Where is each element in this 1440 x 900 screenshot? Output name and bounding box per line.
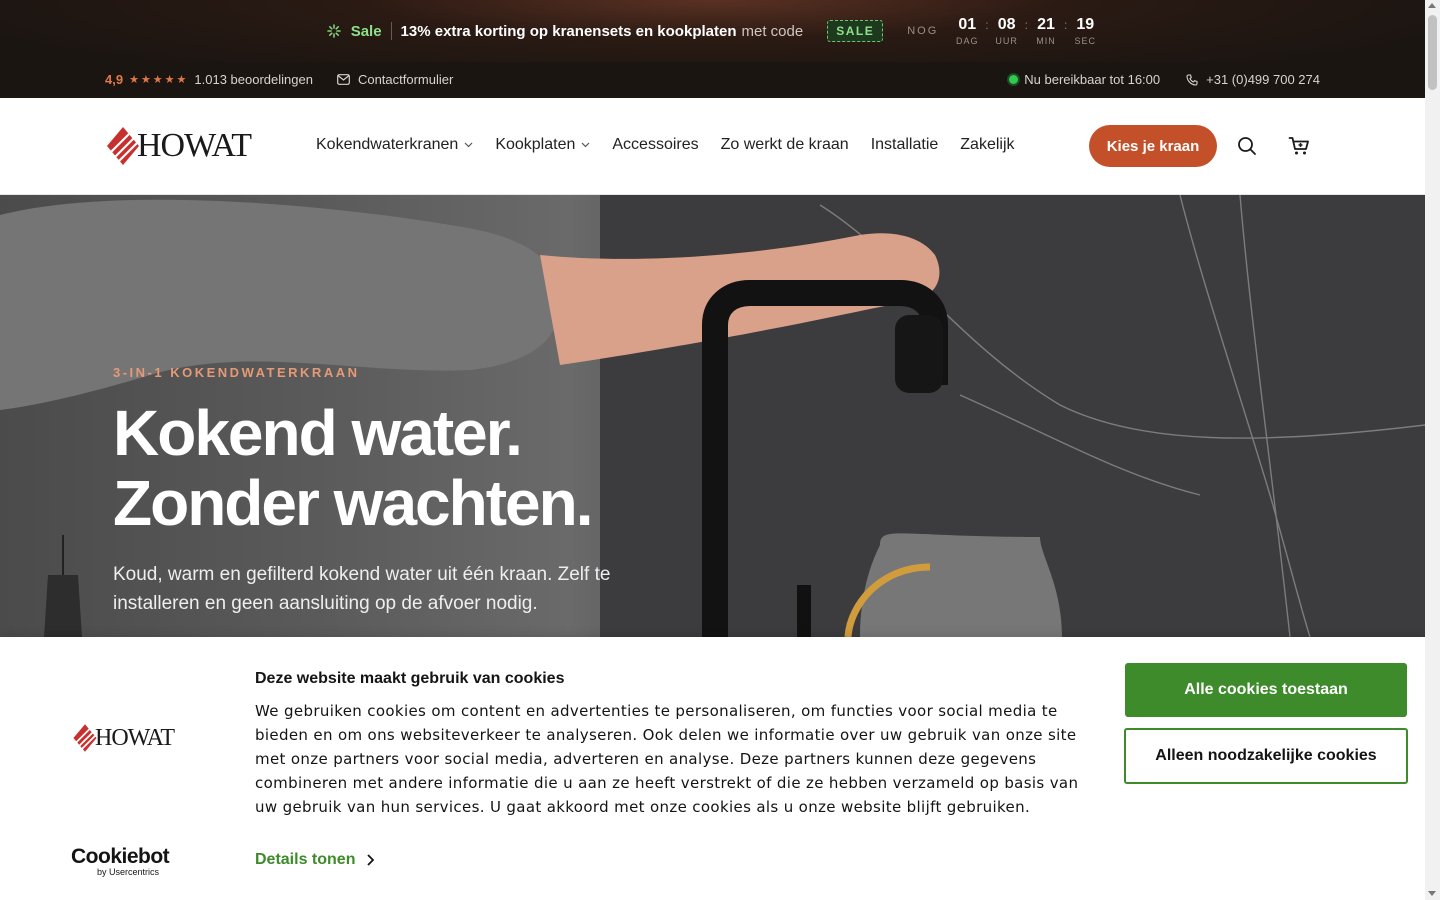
countdown-label: MIN	[1036, 36, 1056, 46]
countdown-value: 19	[1076, 16, 1095, 33]
chevron-right-icon	[367, 854, 375, 866]
sale-label: Sale	[350, 22, 382, 40]
nav-item-label: Kookplaten	[495, 136, 576, 153]
countdown-label: UUR	[995, 36, 1018, 46]
countdown-days: 01 DAG	[954, 16, 980, 46]
hero-subtitle: Koud, warm en gefilterd kokend water uit…	[113, 564, 611, 614]
hero-title: Kokend water. Zonder wachten.	[113, 398, 633, 538]
flame-logo-icon	[107, 127, 140, 165]
choose-tap-button[interactable]: Kies je kraan	[1089, 125, 1217, 167]
nav-item-kokendwaterkranen[interactable]: Kokendwaterkranen	[316, 136, 473, 154]
star-rating-icon: ★★★★★	[129, 74, 189, 86]
phone-number: +31 (0)499 700 274	[1206, 72, 1320, 87]
countdown-label: SEC	[1074, 36, 1097, 46]
logo-text: HOWAT	[137, 127, 252, 164]
main-navigation: HOWAT Kokendwaterkranen Kookplaten Acces…	[0, 98, 1425, 195]
scroll-up-arrow-icon[interactable]	[1428, 3, 1436, 8]
contact-form-label: Contactformulier	[357, 72, 454, 87]
nav-item-label: Accessoires	[612, 136, 699, 153]
nav-item-accessoires[interactable]: Accessoires	[612, 136, 698, 154]
chevron-down-icon	[464, 142, 473, 148]
contact-form-link[interactable]: Contactformulier	[337, 72, 453, 87]
promo-deal-text: 13% extra korting op kranensets en kookp…	[400, 22, 737, 40]
nav-item-label: Installatie	[870, 136, 939, 153]
page-scrollbar[interactable]	[1425, 0, 1440, 900]
hero-title-line-1: Kokend water.	[113, 397, 523, 469]
necessary-cookies-only-button[interactable]: Alleen noodzakelijke cookies	[1124, 728, 1408, 784]
availability-text: Nu bereikbaar tot 16:00	[1024, 72, 1161, 87]
countdown-seconds: 19 SEC	[1072, 16, 1098, 46]
availability-block: Nu bereikbaar tot 16:00 +31 (0)499 700 2…	[1009, 72, 1320, 87]
hero-eyebrow: 3-IN-1 KOKENDWATERKRAAN	[113, 365, 360, 380]
cookie-banner-title: Deze website maakt gebruik van cookies	[255, 670, 565, 687]
promo-code-prefix: met code	[741, 22, 804, 40]
countdown-prefix: NOG	[907, 25, 939, 37]
cookie-banner-text: We gebruiken cookies om content en adver…	[255, 702, 1079, 816]
rating-score: 4,9	[105, 72, 124, 87]
promo-divider	[390, 22, 392, 40]
scrollbar-thumb[interactable]	[1428, 15, 1437, 90]
cookiebot-name: Cookiebot	[71, 845, 170, 868]
scroll-down-arrow-icon[interactable]	[1428, 891, 1436, 896]
countdown-minutes: 21 MIN	[1033, 16, 1059, 46]
cart-icon[interactable]	[1288, 135, 1310, 157]
show-details-link[interactable]: Details tonen	[255, 851, 375, 869]
nav-item-label: Zakelijk	[960, 136, 1015, 153]
nav-item-zo-werkt-de-kraan[interactable]: Zo werkt de kraan	[721, 136, 849, 154]
countdown-hours: 08 UUR	[994, 16, 1020, 46]
mail-icon	[337, 74, 350, 85]
countdown-timer: 01 DAG : 08 UUR : 21 MIN : 19 SEC	[954, 16, 1098, 46]
loading-spinner-icon	[326, 24, 341, 38]
countdown-value: 08	[997, 16, 1016, 33]
nav-item-label: Kokendwaterkranen	[316, 136, 459, 153]
cookie-banner-logo: HOWAT	[72, 723, 175, 753]
nav-item-kookplaten[interactable]: Kookplaten	[495, 136, 590, 154]
info-bar: 4,9 ★★★★★ 1.013 beoordelingen Contactfor…	[0, 62, 1425, 98]
search-icon[interactable]	[1236, 135, 1258, 157]
nav-menu: Kokendwaterkranen Kookplaten Accessoires…	[316, 136, 1037, 154]
nav-item-label: Zo werkt de kraan	[720, 136, 849, 153]
nav-item-zakelijk[interactable]: Zakelijk	[960, 136, 1014, 154]
countdown-separator: :	[1063, 18, 1068, 32]
countdown-separator: :	[985, 18, 989, 32]
promo-code-badge[interactable]: SALE	[827, 20, 884, 42]
hero-content: 3-IN-1 KOKENDWATERKRAAN Kokend water. Zo…	[113, 365, 633, 618]
nav-item-installatie[interactable]: Installatie	[871, 136, 939, 154]
countdown-label: DAG	[956, 36, 979, 46]
phone-link[interactable]: +31 (0)499 700 274	[1186, 72, 1320, 87]
hero-title-line-2: Zonder wachten.	[113, 467, 594, 539]
accept-all-cookies-button[interactable]: Alle cookies toestaan	[1125, 663, 1407, 717]
countdown-value: 21	[1037, 16, 1055, 33]
howat-logo[interactable]: HOWAT	[105, 126, 252, 166]
countdown-value: 01	[958, 16, 977, 33]
countdown-separator: :	[1024, 18, 1028, 32]
online-status-icon	[1009, 75, 1019, 84]
cookiebot-by-label: by Usercentrics	[97, 867, 160, 877]
reviews-block[interactable]: 4,9 ★★★★★ 1.013 beoordelingen Contactfor…	[105, 72, 453, 87]
chevron-down-icon	[581, 142, 590, 148]
cookie-consent-banner: HOWAT Cookiebot by Usercentrics Deze web…	[0, 637, 1425, 900]
hero-section: 3-IN-1 KOKENDWATERKRAAN Kokend water. Zo…	[0, 195, 1425, 637]
phone-icon	[1186, 73, 1198, 86]
cookie-logo-text: HOWAT	[95, 724, 175, 751]
reviews-count[interactable]: 1.013 beoordelingen	[194, 72, 313, 87]
cookiebot-logo[interactable]: Cookiebot by Usercentrics	[71, 845, 170, 877]
show-details-label: Details tonen	[255, 851, 356, 868]
promo-bar: Sale 13% extra korting op kranensets en …	[0, 0, 1425, 62]
